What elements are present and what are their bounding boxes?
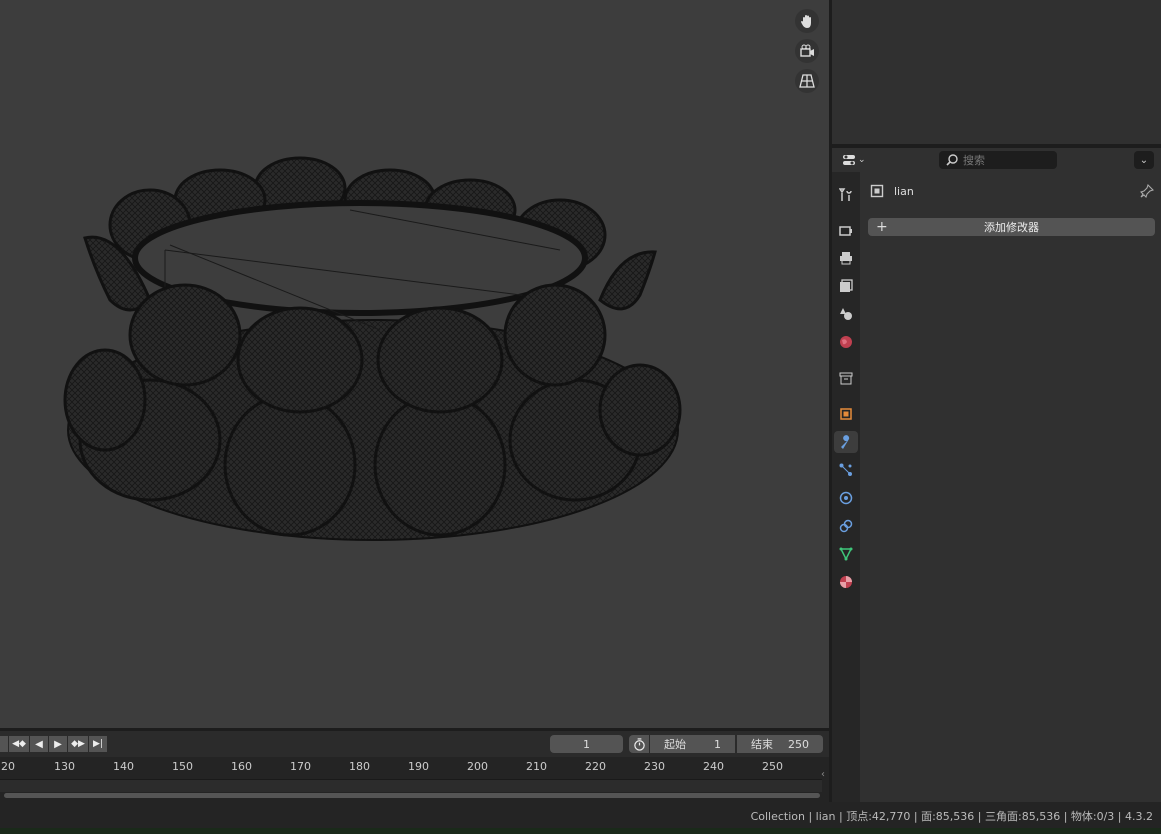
- object-icon[interactable]: [834, 403, 858, 425]
- plus-icon: +: [876, 219, 888, 235]
- scene-statistics: Collection | lian | 顶点:42,770 | 面:85,536…: [750, 810, 1153, 823]
- current-frame-field[interactable]: 1: [550, 735, 623, 753]
- keyframe-prev-button[interactable]: ◀◆: [9, 736, 29, 752]
- frame-tick-label: 180: [349, 760, 370, 773]
- keyframe-prev-icon: ◀◆: [12, 739, 26, 749]
- collapse-arrow-icon[interactable]: ‹: [821, 769, 825, 780]
- frame-tick-label: 250: [762, 760, 783, 773]
- world-icon[interactable]: [834, 331, 858, 353]
- frame-tick-label: 130: [54, 760, 75, 773]
- frame-tick-label: 160: [231, 760, 252, 773]
- add-modifier-button[interactable]: + 添加修改器: [868, 218, 1155, 236]
- frame-tick-label: 200: [467, 760, 488, 773]
- start-frame-field[interactable]: 起始 1: [650, 735, 735, 753]
- frame-ticks: 20 130 140 150 160 170 180 190 200 210 220 230 240 25…: [0, 760, 829, 776]
- play-button[interactable]: ▶: [49, 736, 67, 752]
- view-layer-icon[interactable]: [834, 275, 858, 297]
- search-placeholder: 搜索: [963, 154, 985, 167]
- search-icon: [946, 154, 958, 166]
- object-name: lian: [894, 184, 914, 198]
- frame-tick-label: 140: [113, 760, 134, 773]
- end-value: 250: [788, 737, 809, 751]
- timeline-ruler[interactable]: 20 130 140 150 160 170 180 190 200 210 220 230 240 25…: [0, 757, 829, 802]
- frame-tick-label: 210: [526, 760, 547, 773]
- constraints-icon[interactable]: [834, 515, 858, 537]
- timeline-scrollbar[interactable]: [4, 793, 820, 798]
- search-input[interactable]: 搜索: [939, 151, 1057, 169]
- frame-tick-label: 240: [703, 760, 724, 773]
- taskbar-edge: [0, 828, 1161, 834]
- play-reverse-icon: ◀: [35, 738, 43, 750]
- frame-tick-label: 170: [290, 760, 311, 773]
- mesh-object-icon: [870, 184, 884, 198]
- frame-tick-label: 220: [585, 760, 606, 773]
- pin-icon[interactable]: [1139, 183, 1155, 202]
- material-icon[interactable]: [834, 571, 858, 593]
- grid-icon[interactable]: [795, 69, 819, 93]
- play-reverse-button[interactable]: ◀: [30, 736, 48, 752]
- keyframe-next-icon: ◆▶: [71, 739, 85, 749]
- hand-icon[interactable]: [795, 9, 819, 33]
- properties-tabs: [832, 172, 860, 802]
- chevron-down-icon: ⌄: [1139, 154, 1149, 166]
- options-dropdown[interactable]: ⌄: [1134, 151, 1154, 169]
- timeline-header: ◀◆ ◀ ▶ ◆▶ ▶| 1 起始 1 结束 250: [0, 731, 829, 757]
- stopwatch-icon[interactable]: [629, 735, 649, 753]
- tool-icon[interactable]: [834, 184, 858, 206]
- add-modifier-label: 添加修改器: [984, 221, 1039, 234]
- frame-tick-label: 150: [172, 760, 193, 773]
- jump-end-button[interactable]: ▶|: [89, 736, 107, 752]
- particles-icon[interactable]: [834, 459, 858, 481]
- data-icon[interactable]: [834, 543, 858, 565]
- collection-icon[interactable]: [834, 367, 858, 389]
- outliner-panel[interactable]: [832, 0, 1161, 144]
- camera-icon[interactable]: [795, 39, 819, 63]
- status-bar: Collection | lian | 顶点:42,770 | 面:85,536…: [0, 802, 1161, 828]
- frame-tick-label: 190: [408, 760, 429, 773]
- current-frame-value: 1: [583, 737, 590, 751]
- keyframe-next-button[interactable]: ◆▶: [68, 736, 88, 752]
- 3d-viewport[interactable]: [0, 0, 829, 728]
- scene-icon[interactable]: [834, 303, 858, 325]
- end-frame-field[interactable]: 结束 250: [737, 735, 823, 753]
- chevron-down-icon: ⌄: [858, 155, 866, 165]
- end-label: 结束: [751, 738, 773, 751]
- modifier-icon[interactable]: [834, 431, 858, 453]
- modifier-properties-panel: lian + 添加修改器: [860, 172, 1161, 802]
- properties-editor-icon: [843, 155, 855, 165]
- frame-tick-label: 230: [644, 760, 665, 773]
- start-value: 1: [714, 737, 721, 751]
- start-label: 起始: [664, 738, 686, 751]
- lotus-mesh-wireframe: [63, 156, 682, 541]
- jump-start-icon[interactable]: [0, 736, 8, 752]
- render-icon[interactable]: [834, 219, 858, 241]
- editor-type-dropdown[interactable]: ⌄: [842, 151, 872, 169]
- play-icon: ▶: [54, 738, 62, 750]
- timeline-track: [0, 779, 822, 792]
- frame-tick-label: 20: [1, 760, 15, 773]
- output-icon[interactable]: [834, 247, 858, 269]
- object-name-row: lian: [870, 182, 914, 200]
- properties-header: ⌄ 搜索 ⌄: [832, 148, 1161, 172]
- physics-icon[interactable]: [834, 487, 858, 509]
- jump-end-icon: ▶|: [93, 739, 103, 749]
